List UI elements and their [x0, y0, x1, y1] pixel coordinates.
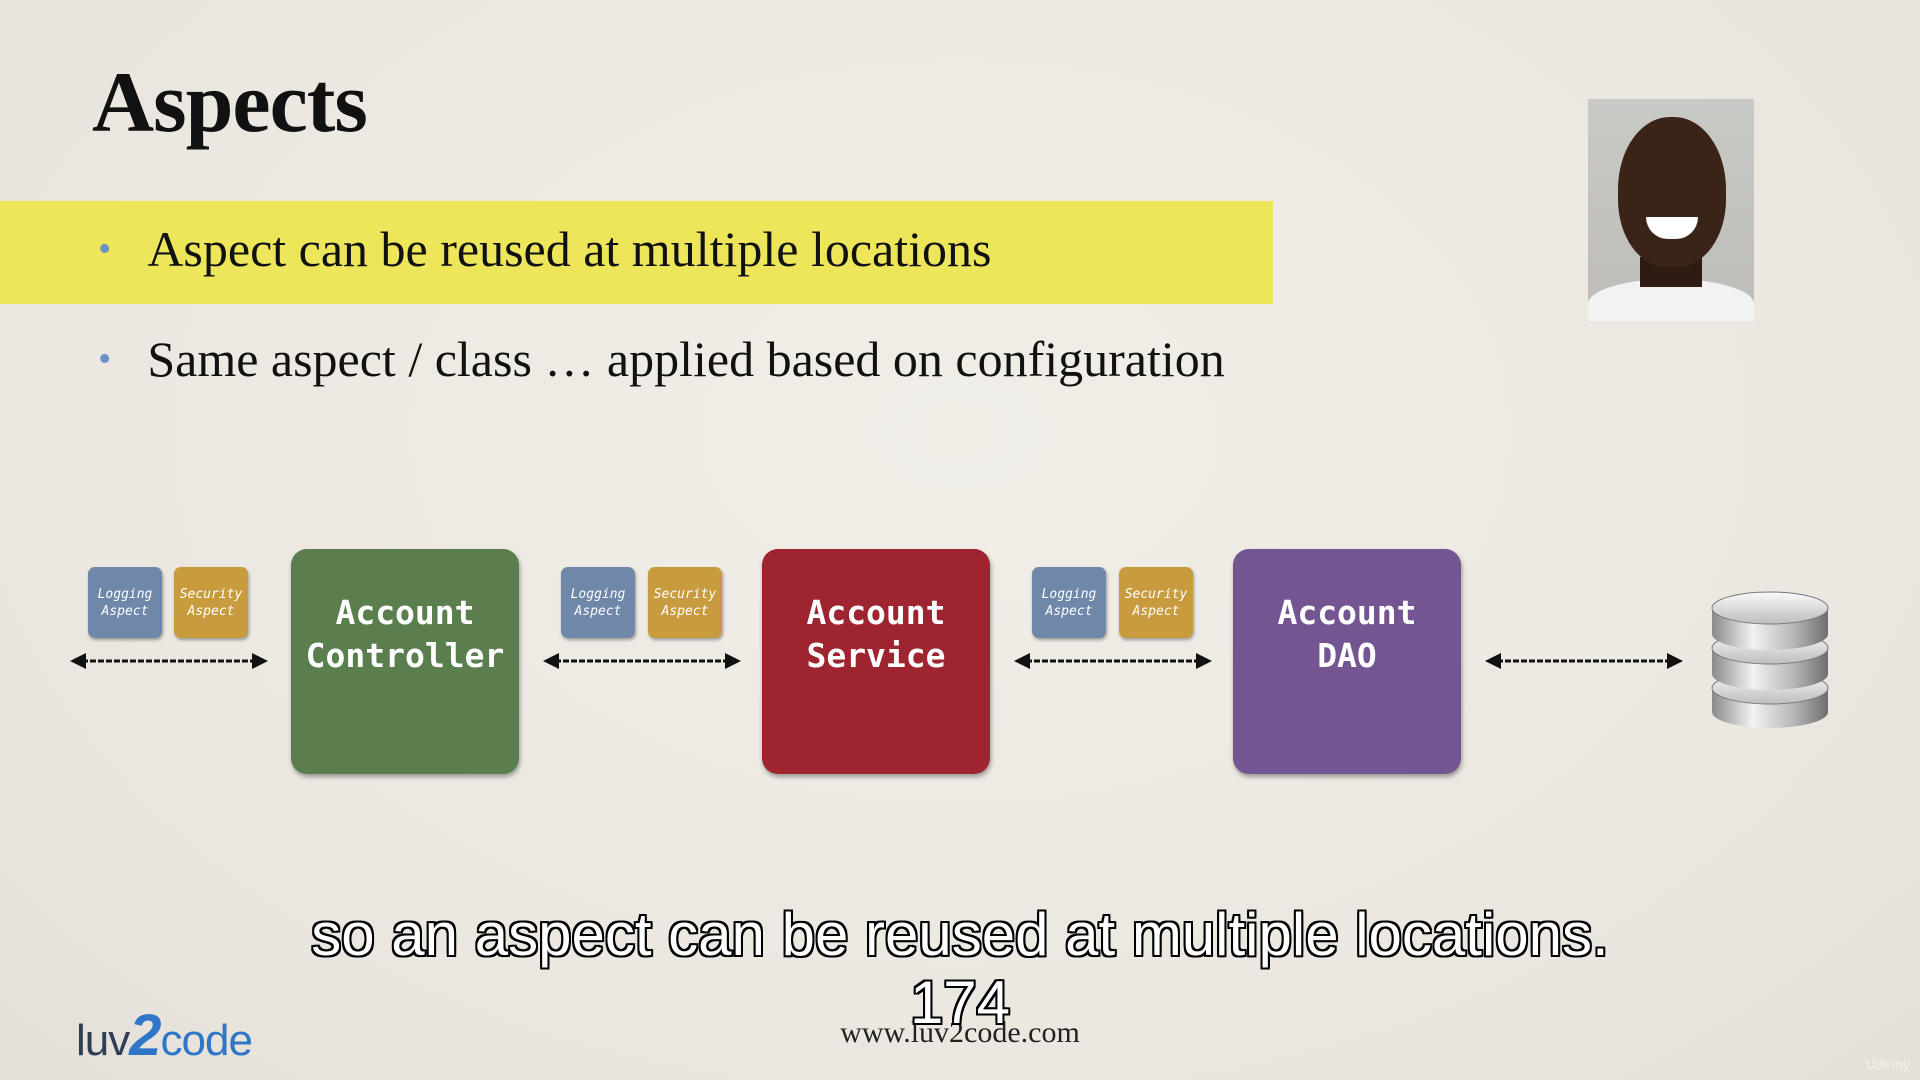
account-service-box: Account Service	[762, 549, 990, 774]
security-aspect-box: Security Aspect	[174, 567, 248, 638]
logging-aspect-box: Logging Aspect	[88, 567, 162, 638]
caption-line-1: so an aspect can be reused at multiple l…	[311, 901, 1609, 968]
logging-aspect-box: Logging Aspect	[561, 567, 635, 638]
security-aspect-box: Security Aspect	[1119, 567, 1193, 638]
account-dao-box: Account DAO	[1233, 549, 1461, 774]
double-arrow	[70, 653, 268, 669]
account-controller-box: Account Controller	[291, 549, 519, 774]
double-arrow	[1485, 653, 1683, 669]
luv2code-logo: luv2code	[76, 1003, 253, 1068]
security-aspect-box: Security Aspect	[648, 567, 722, 638]
udemy-watermark: Udemy	[1865, 1056, 1910, 1072]
caption-line-2: 174	[909, 969, 1011, 1036]
double-arrow	[543, 653, 741, 669]
database-icon	[1711, 591, 1829, 728]
double-arrow	[1014, 653, 1212, 669]
logging-aspect-box: Logging Aspect	[1032, 567, 1106, 638]
